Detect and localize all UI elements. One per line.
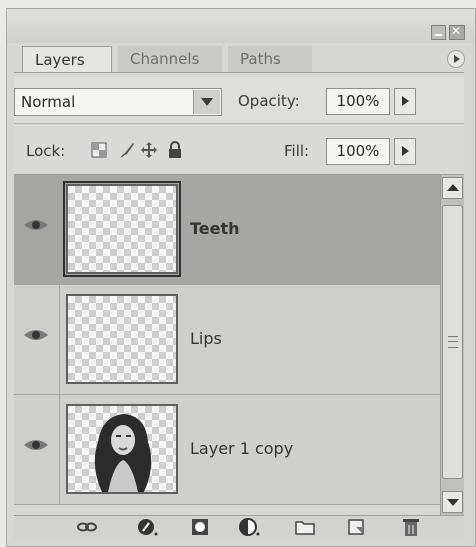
lock-label: Lock:	[26, 142, 66, 160]
blend-mode-select[interactable]: Normal	[14, 88, 222, 116]
layer-row-teeth[interactable]: Teeth	[14, 175, 440, 285]
layer-name: Layer 1 copy	[190, 439, 294, 458]
eye-icon[interactable]	[22, 321, 50, 349]
scroll-down-icon[interactable]	[442, 491, 463, 513]
lock-transparent-icon[interactable]	[90, 141, 108, 159]
visibility-cell[interactable]	[14, 175, 60, 284]
delete-layer-icon[interactable]	[400, 517, 422, 537]
layer-row-lips[interactable]: Lips	[14, 285, 440, 395]
minimize-icon[interactable]	[431, 25, 446, 40]
layer-thumbnail	[66, 404, 178, 494]
layers-list: Teeth Lips Layer 1 copy	[14, 175, 440, 515]
tab-paths[interactable]: Paths	[228, 46, 312, 72]
eye-icon[interactable]	[22, 211, 50, 239]
eye-icon[interactable]	[22, 431, 50, 459]
layer-style-icon[interactable]	[136, 517, 158, 537]
new-layer-icon[interactable]	[346, 517, 368, 537]
opacity-slider-button[interactable]	[394, 88, 416, 115]
layer-thumbnail	[66, 294, 178, 384]
fill-input[interactable]: 100%	[326, 138, 390, 165]
layer-row-layer-1-copy[interactable]: Layer 1 copy	[14, 395, 440, 505]
layer-mask-icon[interactable]	[190, 517, 212, 537]
tab-channels[interactable]: Channels	[118, 46, 222, 72]
layer-thumbnail	[63, 181, 181, 277]
panel-menu-icon[interactable]	[447, 50, 465, 68]
layer-name: Teeth	[190, 219, 240, 238]
opacity-input[interactable]: 100%	[326, 88, 390, 115]
grip-icon	[448, 336, 458, 348]
fill-slider-button[interactable]	[394, 138, 416, 165]
panel-titlebar	[7, 9, 475, 43]
tab-layers[interactable]: Layers	[22, 46, 112, 72]
lock-paint-icon[interactable]	[118, 141, 136, 159]
scrollbar-thumb[interactable]	[442, 205, 463, 479]
panel-tabs: Layers Channels Paths	[14, 42, 464, 73]
portrait-thumbnail-image	[94, 414, 152, 492]
scroll-up-icon[interactable]	[442, 177, 463, 199]
visibility-cell[interactable]	[14, 395, 60, 504]
close-icon[interactable]	[449, 24, 465, 40]
fill-label: Fill:	[284, 142, 310, 160]
adjustment-layer-icon[interactable]	[238, 517, 260, 537]
lock-move-icon[interactable]	[140, 141, 158, 159]
chevron-down-icon[interactable]	[193, 90, 220, 114]
layers-scrollbar[interactable]	[440, 175, 464, 515]
layer-name: Lips	[190, 329, 222, 348]
lock-all-icon[interactable]	[166, 141, 184, 159]
opacity-label: Opacity:	[238, 92, 300, 110]
new-group-icon[interactable]	[294, 517, 316, 537]
link-layers-icon[interactable]	[76, 517, 98, 537]
visibility-cell[interactable]	[14, 285, 60, 394]
